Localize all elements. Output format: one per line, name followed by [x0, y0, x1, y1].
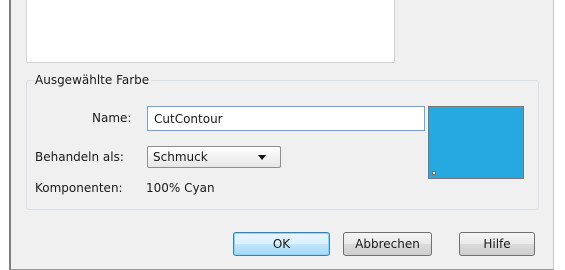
color-swatch-preview: [428, 106, 524, 179]
help-button[interactable]: Hilfe: [459, 232, 535, 256]
name-label: Name:: [92, 111, 132, 125]
ok-button[interactable]: OK: [233, 232, 330, 256]
swatch-options-dialog: Ausgewählte Farbe Name: Behandeln als: S…: [11, 0, 554, 270]
treat-as-label: Behandeln als:: [35, 150, 124, 164]
treat-as-value: Schmuck: [153, 150, 208, 164]
swatch-preview-panel: [26, 0, 395, 63]
components-value: 100% Cyan: [146, 181, 215, 195]
cancel-button[interactable]: Abbrechen: [343, 232, 432, 256]
swatch-corner-handle: [432, 171, 436, 175]
components-label: Komponenten:: [35, 181, 123, 195]
name-input[interactable]: [147, 106, 425, 131]
chevron-down-icon: [258, 155, 266, 160]
treat-as-select[interactable]: Schmuck: [147, 146, 281, 168]
selected-color-legend: Ausgewählte Farbe: [35, 73, 150, 87]
